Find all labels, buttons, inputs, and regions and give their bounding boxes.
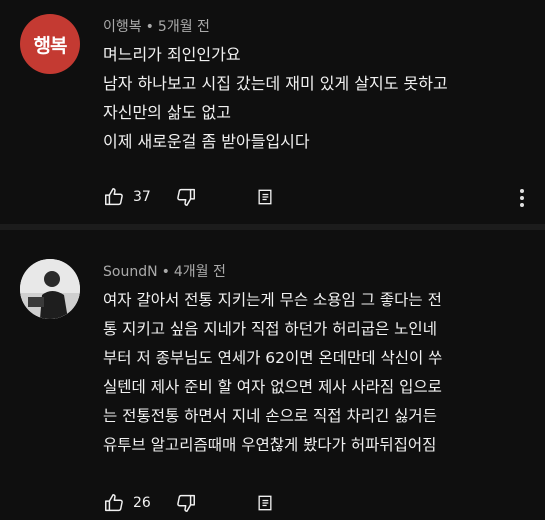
like-count: 37 (133, 189, 151, 205)
comment-line: 부터 저 종부님도 연세가 62이면 온데만데 삭신이 쑤 (103, 349, 443, 367)
like-count: 26 (133, 495, 151, 511)
dislike-button[interactable] (175, 492, 197, 514)
avatar-text: 행복 (33, 34, 68, 57)
avatar-photo-icon (20, 259, 80, 319)
more-vertical-icon[interactable] (514, 186, 530, 210)
separator-dot: • (161, 264, 170, 280)
comment-line: 자신만의 삶도 없고 (103, 103, 231, 122)
comment-item: SoundN • 4개월 전 여자 갈아서 전통 지키는게 무슨 소용임 그 좋다는… (0, 232, 545, 520)
reply-button[interactable] (255, 493, 275, 513)
like-button[interactable]: 37 (103, 186, 151, 208)
comment-line: 이제 새로운걸 좀 받아들입시다 (103, 132, 310, 151)
thumbs-up-icon (105, 494, 123, 512)
author-name[interactable]: SoundN (103, 264, 158, 280)
dislike-button[interactable] (175, 186, 197, 208)
comment-line: 여자 갈아서 전통 지키는게 무슨 소용임 그 좋다는 전 (103, 291, 442, 309)
thumbs-down-icon (177, 494, 195, 512)
comment-line: 남자 하나보고 시집 갔는데 재미 있게 살지도 못하고 (103, 74, 448, 93)
avatar[interactable] (20, 259, 80, 319)
timestamp[interactable]: 4개월 전 (174, 264, 226, 280)
thumbs-up-icon (105, 188, 123, 206)
reply-icon (258, 189, 272, 205)
comment-meta: 이행복 • 5개월 전 (103, 16, 210, 36)
comment-meta: SoundN • 4개월 전 (103, 261, 226, 281)
comment-line: 며느리가 죄인인가요 (103, 45, 241, 64)
separator-dot: • (145, 19, 154, 35)
comment-text: 며느리가 죄인인가요 남자 하나보고 시집 갔는데 재미 있게 살지도 못하고 … (103, 40, 448, 156)
timestamp[interactable]: 5개월 전 (158, 19, 210, 35)
reply-button[interactable] (255, 187, 275, 207)
avatar[interactable]: 행복 (20, 14, 80, 74)
comment-line: 유투브 알고리즘때매 우연찮게 봤다가 허파뒤집어짐 (103, 436, 437, 454)
author-name[interactable]: 이행복 (103, 19, 142, 35)
comment-actions: 26 (103, 492, 275, 514)
comment-item: 행복 이행복 • 5개월 전 며느리가 죄인인가요 남자 하나보고 시집 갔는데 재… (0, 0, 545, 224)
comment-text: 여자 갈아서 전통 지키는게 무슨 소용임 그 좋다는 전 통 지키고 싶음 지… (103, 286, 442, 460)
thumbs-down-icon (177, 188, 195, 206)
comment-line: 는 전통전통 하면서 지네 손으로 직접 차리긴 싫거든 (103, 407, 437, 425)
divider (0, 224, 545, 230)
like-button[interactable]: 26 (103, 492, 151, 514)
comment-line: 통 지키고 싶음 지네가 직접 하던가 허리굽은 노인네 (103, 320, 437, 338)
reply-icon (258, 495, 272, 511)
comment-line: 실텐데 제사 준비 할 여자 없으면 제사 사라짐 입으로 (103, 378, 442, 396)
comment-actions: 37 (103, 186, 275, 208)
